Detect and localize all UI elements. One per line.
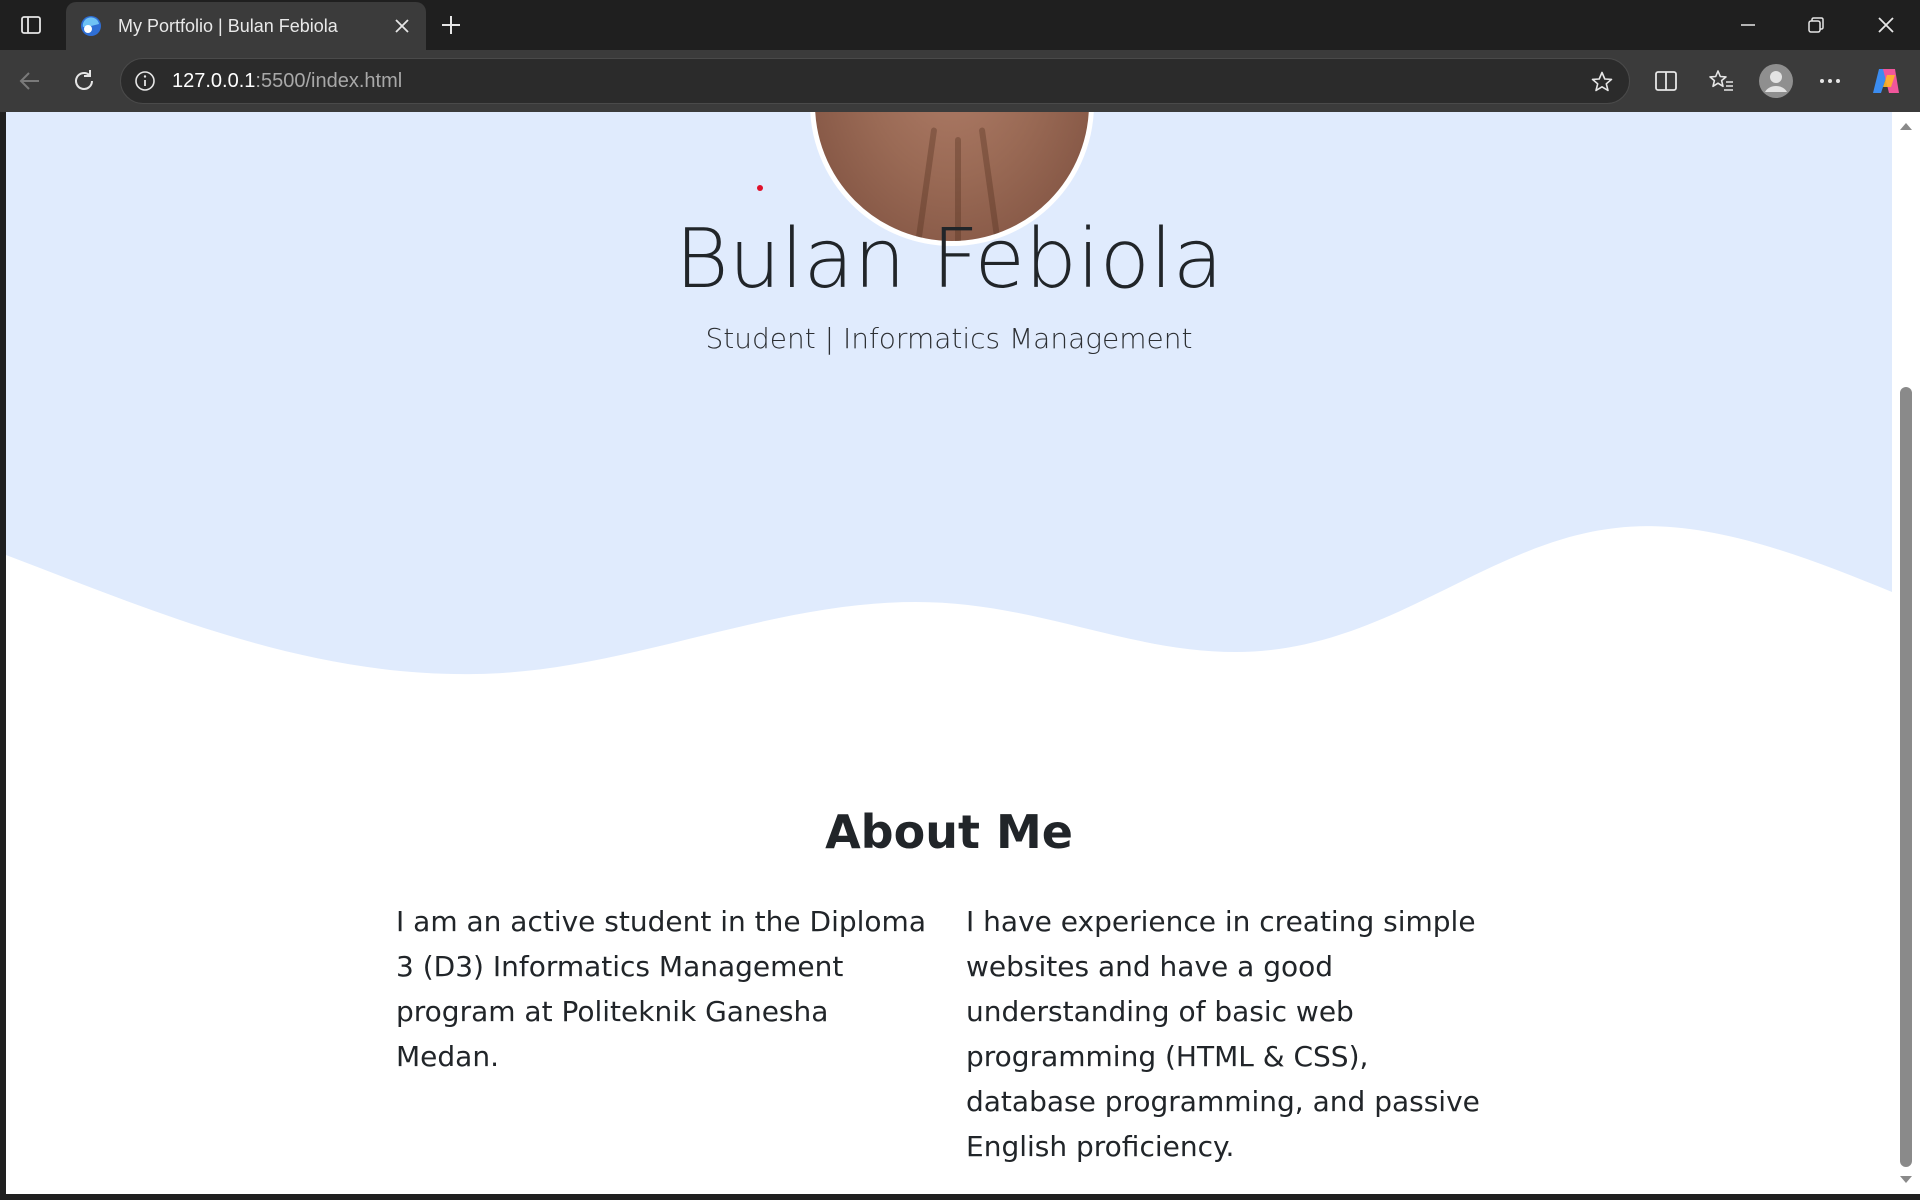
scroll-thumb[interactable] <box>1900 387 1912 1167</box>
split-screen-button[interactable] <box>1644 59 1688 103</box>
refresh-button[interactable] <box>62 59 106 103</box>
back-button[interactable] <box>8 59 52 103</box>
info-icon <box>135 71 155 91</box>
scroll-up-button[interactable] <box>1898 118 1914 134</box>
edge-favicon-icon <box>78 13 104 39</box>
more-button[interactable] <box>1808 59 1852 103</box>
site-info-button[interactable] <box>131 67 159 95</box>
favorite-button[interactable] <box>1587 67 1617 97</box>
about-right-paragraph: I have experience in creating simple web… <box>966 905 1480 1163</box>
page-viewport: Bulan Febiola Student | Informatics Mana… <box>6 112 1892 1194</box>
copilot-button[interactable] <box>1864 59 1908 103</box>
browser-toolbar: 127.0.0.1:5500/index.html <box>0 50 1920 112</box>
minimize-button[interactable] <box>1714 0 1782 50</box>
restore-icon <box>1808 17 1824 33</box>
triangle-up-icon <box>1900 123 1912 130</box>
url-path: :5500/index.html <box>255 70 403 92</box>
hero-section: Bulan Febiola Student | Informatics Mana… <box>6 112 1892 812</box>
close-icon <box>395 19 409 33</box>
about-left-paragraph: I am an active student in the Diploma 3 … <box>396 905 926 1073</box>
tab-bar: My Portfolio | Bulan Febiola <box>0 0 1920 50</box>
star-icon <box>1591 71 1613 92</box>
copilot-icon <box>1873 69 1899 93</box>
favorites-icon <box>1709 70 1733 91</box>
page-scrollbar[interactable] <box>1892 112 1920 1194</box>
back-arrow-icon <box>19 72 39 90</box>
tab-title: My Portfolio | Bulan Febiola <box>118 15 338 36</box>
close-tab-button[interactable] <box>384 8 420 44</box>
close-icon <box>1878 17 1894 33</box>
profile-subtitle: Student | Informatics Management <box>705 322 1193 355</box>
new-tab-button[interactable] <box>432 6 470 44</box>
profile-icon <box>1759 64 1793 98</box>
active-tab[interactable]: My Portfolio | Bulan Febiola <box>66 2 426 50</box>
window-bottom-border <box>0 1194 1920 1200</box>
restore-button[interactable] <box>1782 0 1850 50</box>
tab-actions-icon <box>21 16 41 34</box>
minimize-icon <box>1741 24 1755 26</box>
scroll-down-button[interactable] <box>1898 1172 1914 1188</box>
close-window-button[interactable] <box>1852 0 1920 50</box>
address-bar[interactable]: 127.0.0.1:5500/index.html <box>120 58 1630 104</box>
favorites-button[interactable] <box>1699 59 1743 103</box>
cursor-dot <box>757 185 763 191</box>
url-host: 127.0.0.1 <box>172 70 256 92</box>
profile-button[interactable] <box>1754 59 1798 103</box>
triangle-down-icon <box>1900 1176 1912 1183</box>
split-screen-icon <box>1655 71 1677 91</box>
about-title: About Me <box>825 805 1073 859</box>
url-text: 127.0.0.1:5500/index.html <box>172 70 402 93</box>
profile-name: Bulan Febiola <box>675 212 1223 307</box>
plus-icon <box>442 16 460 34</box>
refresh-icon <box>75 70 93 90</box>
tab-actions-button[interactable] <box>10 8 52 42</box>
more-icon <box>1820 79 1840 83</box>
